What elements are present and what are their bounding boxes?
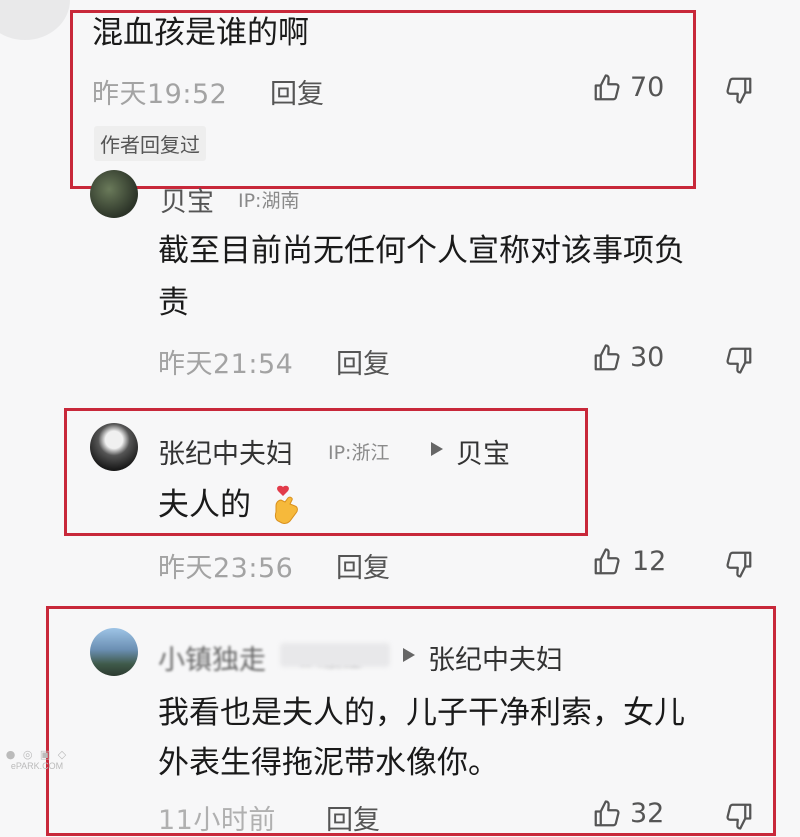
thumbs-up-icon[interactable]	[592, 343, 622, 377]
thumbs-down-icon[interactable]	[724, 549, 754, 583]
highlight-box-4	[46, 606, 776, 836]
thumbs-up-icon[interactable]	[592, 547, 622, 581]
comment-2-time: 昨天21:54	[158, 349, 294, 380]
comment-2-ip: IP:湖南	[238, 190, 300, 212]
comment-2-like-count: 30	[630, 342, 665, 373]
comment-2-author[interactable]: 贝宝	[160, 180, 214, 219]
comment-2-text-line2: 责	[158, 285, 189, 321]
comment-2-reply-button[interactable]: 回复	[336, 342, 390, 381]
comment-3-time: 昨天23:56	[158, 553, 294, 584]
highlight-box-1	[70, 10, 696, 189]
watermark-text: ePARK.COM	[10, 761, 64, 771]
comment-3-like-count: 12	[632, 546, 667, 577]
comment-2-text-line1: 截至目前尚无任何个人宣称对该事项负	[158, 233, 685, 269]
watermark-logo: ● ◎ ▣ ◇	[5, 748, 69, 761]
watermark: ● ◎ ▣ ◇ ePARK.COM	[4, 748, 70, 771]
comment-3-reply-button[interactable]: 回复	[336, 546, 390, 585]
avatar-bei-bao[interactable]	[90, 170, 138, 218]
highlight-box-3	[64, 408, 588, 536]
avatar-top[interactable]	[0, 0, 70, 40]
thumbs-down-icon[interactable]	[724, 75, 754, 109]
thumbs-down-icon[interactable]	[724, 345, 754, 379]
